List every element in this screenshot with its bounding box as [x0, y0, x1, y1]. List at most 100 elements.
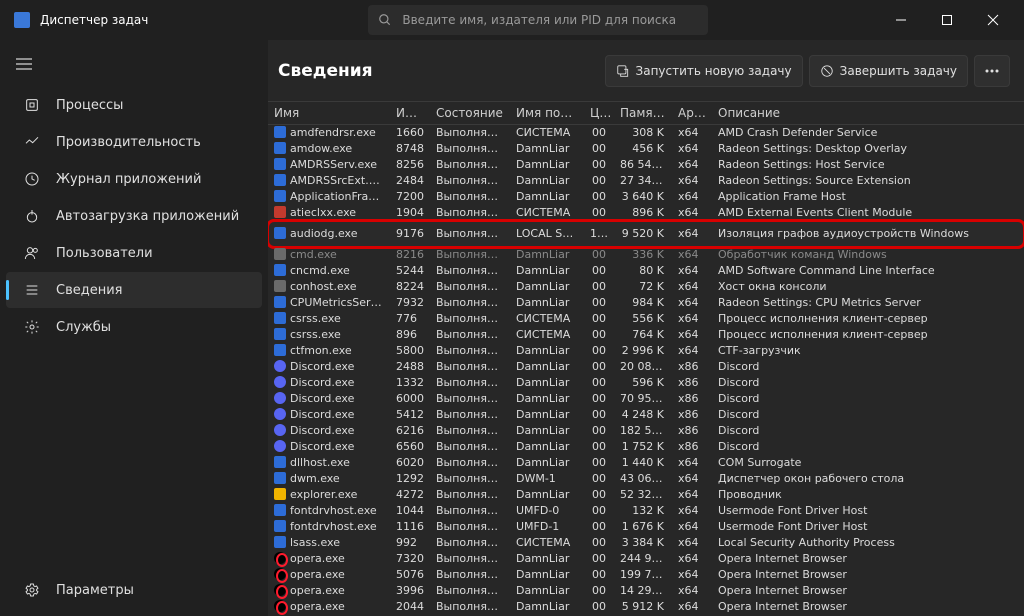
table-row[interactable]: AMDRSSrcExt.exe2484ВыполняетсяDamnLiar00… [268, 173, 1024, 189]
cell-status: Выполняется [430, 141, 510, 157]
nav-label: Пользователи [56, 246, 153, 261]
nav-label: Журнал приложений [56, 172, 201, 187]
cell-pid: 1332 [390, 375, 430, 391]
maximize-button[interactable] [924, 0, 970, 40]
table-row[interactable]: Discord.exe6216ВыполняетсяDamnLiar00182 … [268, 423, 1024, 439]
process-icon [274, 312, 286, 324]
table-row[interactable]: cncmd.exe5244ВыполняетсяDamnLiar0080 Kx6… [268, 263, 1024, 279]
table-header-row[interactable]: Имя ИД п... Состояние Имя польз... ЦП Па… [268, 102, 1024, 125]
app-icon [14, 12, 30, 28]
cell-name: dwm.exe [268, 471, 390, 487]
table-row[interactable]: explorer.exe4272ВыполняетсяDamnLiar0052 … [268, 487, 1024, 503]
cell-desc: Local Security Authority Process [712, 535, 1024, 551]
table-row[interactable]: Discord.exe2488ВыполняетсяDamnLiar0020 0… [268, 359, 1024, 375]
process-table[interactable]: Имя ИД п... Состояние Имя польз... ЦП Па… [268, 102, 1024, 616]
cell-mem: 764 K [614, 327, 672, 343]
cell-desc: Opera Internet Browser [712, 567, 1024, 583]
cell-mem: 72 K [614, 279, 672, 295]
cell-arch: x64 [672, 503, 712, 519]
nav-app-history[interactable]: Журнал приложений [6, 161, 262, 197]
col-arch[interactable]: Архите... [672, 102, 712, 125]
col-user[interactable]: Имя польз... [510, 102, 584, 125]
table-row[interactable]: ctfmon.exe5800ВыполняетсяDamnLiar002 996… [268, 343, 1024, 359]
table-row[interactable]: opera.exe5076ВыполняетсяDamnLiar00199 71… [268, 567, 1024, 583]
table-row[interactable]: opera.exe2044ВыполняетсяDamnLiar005 912 … [268, 599, 1024, 615]
table-row[interactable]: AMDRSServ.exe8256ВыполняетсяDamnLiar0086… [268, 157, 1024, 173]
cell-cpu: 00 [584, 391, 614, 407]
nav-settings[interactable]: Параметры [6, 572, 262, 608]
cell-cpu: 00 [584, 567, 614, 583]
cell-pid: 896 [390, 327, 430, 343]
nav-processes[interactable]: Процессы [6, 87, 262, 123]
cell-arch: x64 [672, 519, 712, 535]
table-row[interactable]: Discord.exe5412ВыполняетсяDamnLiar004 24… [268, 407, 1024, 423]
process-icon [274, 440, 286, 452]
cell-name: AMDRSSrcExt.exe [268, 173, 390, 189]
cell-mem: 3 640 K [614, 189, 672, 205]
table-row[interactable]: fontdrvhost.exe1116ВыполняетсяUMFD-1001 … [268, 519, 1024, 535]
col-status[interactable]: Состояние [430, 102, 510, 125]
table-row[interactable]: opera.exe3996ВыполняетсяDamnLiar0014 292… [268, 583, 1024, 599]
users-icon [24, 245, 40, 261]
process-icon [274, 264, 286, 276]
cell-cpu: 00 [584, 535, 614, 551]
table-row[interactable]: csrss.exe896ВыполняетсяСИСТЕМА00764 Kx64… [268, 327, 1024, 343]
col-desc[interactable]: Описание [712, 102, 1024, 125]
process-icon [274, 158, 286, 170]
cell-name: CPUMetricsServer.exe [268, 295, 390, 311]
hamburger-icon [16, 58, 32, 70]
col-name[interactable]: Имя [268, 102, 390, 125]
close-button[interactable] [970, 0, 1016, 40]
cell-user: DamnLiar [510, 263, 584, 279]
process-icon [274, 488, 286, 500]
col-mem[interactable]: Память (а... [614, 102, 672, 125]
cell-desc: Хост окна консоли [712, 279, 1024, 295]
table-row[interactable]: audiodg.exe9176ВыполняетсяLOCAL SE...100… [268, 221, 1024, 247]
cell-user: СИСТЕМА [510, 535, 584, 551]
table-row[interactable]: cmd.exe8216ВыполняетсяDamnLiar00336 Kx64… [268, 247, 1024, 263]
cell-mem: 4 248 K [614, 407, 672, 423]
table-row[interactable]: dwm.exe1292ВыполняетсяDWM-10043 068 Kx64… [268, 471, 1024, 487]
col-pid[interactable]: ИД п... [390, 102, 430, 125]
cell-name: fontdrvhost.exe [268, 519, 390, 535]
table-row[interactable]: CPUMetricsServer.exe7932ВыполняетсяDamnL… [268, 295, 1024, 311]
nav-services[interactable]: Службы [6, 309, 262, 345]
end-task-button[interactable]: Завершить задачу [809, 55, 968, 87]
cell-pid: 9176 [390, 221, 430, 247]
table-row[interactable]: Discord.exe6560ВыполняетсяDamnLiar001 75… [268, 439, 1024, 455]
new-task-button[interactable]: Запустить новую задачу [605, 55, 803, 87]
table-row[interactable]: fontdrvhost.exe1044ВыполняетсяUMFD-00013… [268, 503, 1024, 519]
table-row[interactable]: amdow.exe8748ВыполняетсяDamnLiar00456 Kx… [268, 141, 1024, 157]
table-row[interactable]: csrss.exe776ВыполняетсяСИСТЕМА00556 Kx64… [268, 311, 1024, 327]
table-row[interactable]: atieclxx.exe1904ВыполняетсяСИСТЕМА00896 … [268, 205, 1024, 221]
cell-pid: 6216 [390, 423, 430, 439]
table-row[interactable]: ApplicationFrameHo...7200ВыполняетсяDamn… [268, 189, 1024, 205]
minimize-button[interactable] [878, 0, 924, 40]
table-row[interactable]: lsass.exe992ВыполняетсяСИСТЕМА003 384 Kx… [268, 535, 1024, 551]
table-row[interactable]: Discord.exe1332ВыполняетсяDamnLiar00596 … [268, 375, 1024, 391]
table-row[interactable]: conhost.exe8224ВыполняетсяDamnLiar0072 K… [268, 279, 1024, 295]
cell-desc: Application Frame Host [712, 189, 1024, 205]
table-row[interactable]: opera.exe7320ВыполняетсяDamnLiar00244 92… [268, 551, 1024, 567]
cell-mem: 1 676 K [614, 519, 672, 535]
table-row[interactable]: Discord.exe6000ВыполняетсяDamnLiar0070 9… [268, 391, 1024, 407]
cell-status: Выполняется [430, 567, 510, 583]
nav-details[interactable]: Сведения [6, 272, 262, 308]
menu-toggle[interactable] [4, 46, 44, 82]
cell-mem: 2 996 K [614, 343, 672, 359]
cell-arch: x64 [672, 311, 712, 327]
nav-users[interactable]: Пользователи [6, 235, 262, 271]
sidebar: Процессы Производительность Журнал прило… [0, 40, 268, 616]
more-button[interactable] [974, 55, 1010, 87]
search-input[interactable]: Введите имя, издателя или PID для поиска [368, 5, 708, 35]
col-cpu[interactable]: ЦП [584, 102, 614, 125]
cell-mem: 86 544 K [614, 157, 672, 173]
cell-mem: 199 716 K [614, 567, 672, 583]
cell-desc: AMD External Events Client Module [712, 205, 1024, 221]
process-icon [274, 472, 286, 484]
table-row[interactable]: dllhost.exe6020ВыполняетсяDamnLiar001 44… [268, 455, 1024, 471]
table-row[interactable]: amdfendrsr.exe1660ВыполняетсяСИСТЕМА0030… [268, 125, 1024, 142]
cell-arch: x86 [672, 407, 712, 423]
nav-performance[interactable]: Производительность [6, 124, 262, 160]
nav-startup[interactable]: Автозагрузка приложений [6, 198, 262, 234]
